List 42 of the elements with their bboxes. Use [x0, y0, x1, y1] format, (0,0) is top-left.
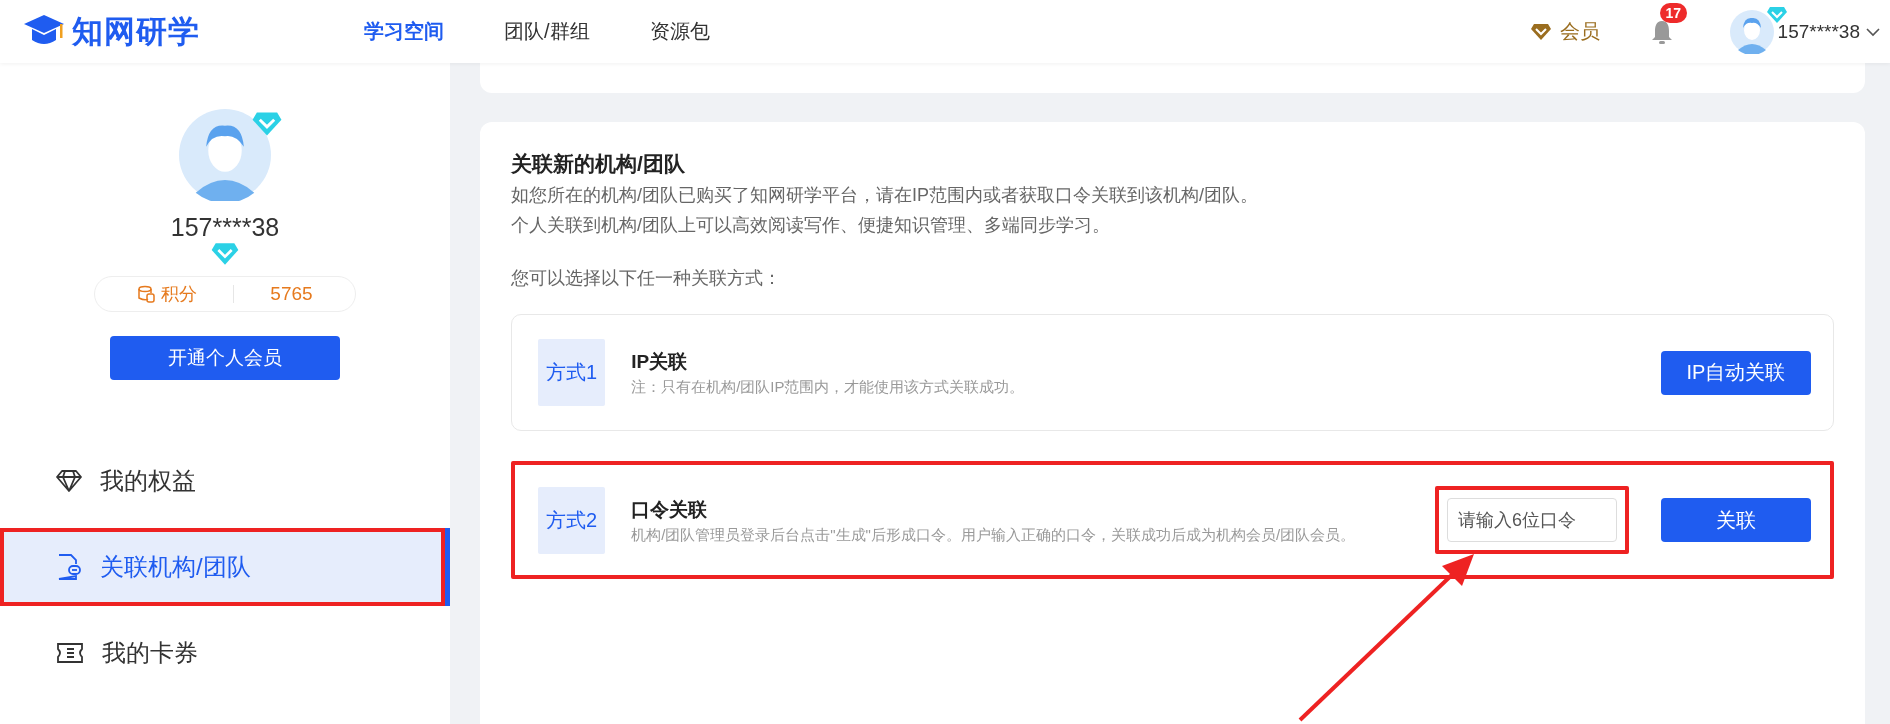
sidebar-item-label: 我的权益	[100, 466, 196, 496]
sidebar-item[interactable]: 我的卡券	[0, 614, 450, 692]
diamond-icon	[1529, 22, 1552, 41]
code-input-field[interactable]: 请输入6位口令	[1447, 498, 1617, 542]
method-title: IP关联	[631, 350, 689, 374]
username: 157****38	[170, 213, 280, 242]
vip-button[interactable]: 开通个人会员	[110, 336, 340, 380]
vip-diamond-icon	[251, 111, 283, 137]
nav-tab[interactable]: 资源包	[649, 18, 710, 45]
nav-tab[interactable]: 团队/群组	[504, 18, 590, 45]
points-value: 5765	[270, 283, 313, 305]
member-label: 会员	[1559, 19, 1600, 44]
username[interactable]: 157****38	[1777, 20, 1860, 43]
nav-tab[interactable]: 学习空间	[364, 18, 444, 45]
logo-text: 知网研学	[72, 12, 200, 51]
vip-diamond-icon	[1765, 5, 1788, 24]
description-text: 个人关联到机构/团队上可以高效阅读写作、便捷知识管理、多端同步学习。	[511, 214, 1111, 237]
diamond-icon	[56, 469, 82, 493]
method-description: 机构/团队管理员登录后台点击"生成"后形成口令。用户输入正确的口令，关联成功后成为机构会员/团队会员。	[631, 524, 1357, 544]
sidebar-item-label: 我的卡券	[102, 638, 198, 668]
method-tag: 方式1	[538, 339, 606, 406]
link-button[interactable]: 关联	[1661, 498, 1811, 542]
member-link[interactable]: 会员	[1529, 18, 1600, 45]
card-title: 关联新的机构/团队	[511, 151, 686, 177]
document-link-icon	[56, 553, 82, 581]
prompt-text: 您可以选择以下任一种关联方式：	[511, 267, 782, 290]
vip-diamond-icon	[210, 242, 240, 266]
ticket-icon	[56, 641, 84, 665]
method-title: 口令关联	[631, 497, 709, 522]
method-tag: 方式2	[538, 486, 606, 554]
sidebar-item[interactable]: 关联机构/团队	[0, 528, 450, 606]
link-button[interactable]: IP自动关联	[1661, 350, 1811, 395]
chevron-down-icon[interactable]	[1866, 26, 1880, 37]
description-text: 如您所在的机构/团队已购买了知网研学平台，请在IP范围内或者获取口令关联到该机构/团队。	[511, 184, 1259, 207]
points-label: 积分	[161, 283, 198, 306]
method-description: 注：只有在机构/团队IP范围内，才能使用该方式关联成功。	[631, 377, 1026, 396]
sidebar-item[interactable]: 我的权益	[0, 442, 450, 520]
notification-badge: 17	[1659, 2, 1688, 23]
coins-icon	[137, 285, 156, 303]
avatar-icon[interactable]	[1729, 9, 1774, 54]
sidebar-item-label: 关联机构/团队	[100, 552, 251, 582]
avatar-icon	[179, 109, 271, 201]
